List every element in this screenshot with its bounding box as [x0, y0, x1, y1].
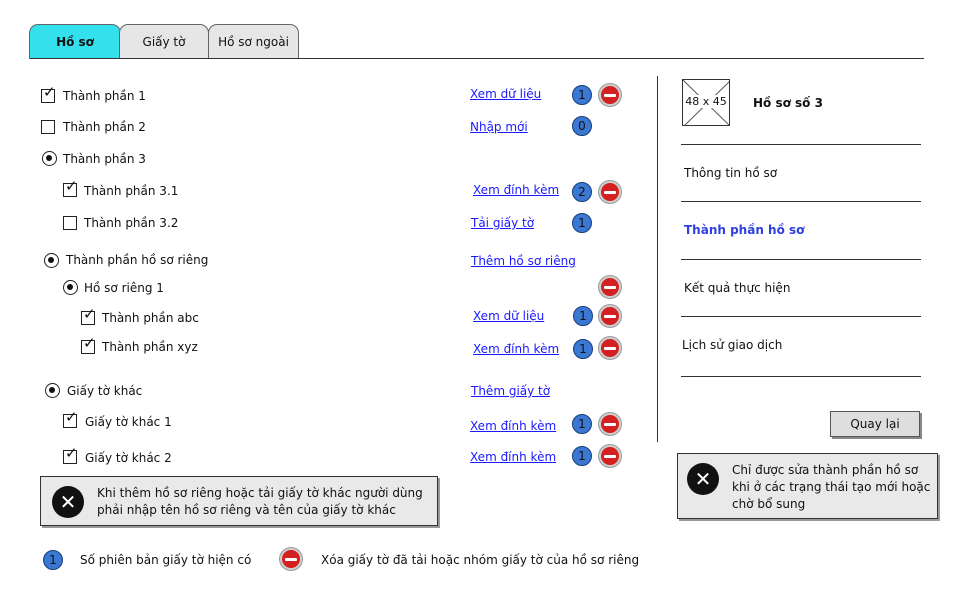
add-document-link[interactable]: Thêm giấy tờ	[471, 384, 550, 398]
view-attachment-link[interactable]: Xem đính kèm	[473, 342, 559, 356]
version-count-badge: 1	[572, 213, 592, 233]
check-icon: ✓	[65, 408, 78, 426]
check-icon: ✓	[43, 83, 56, 101]
remove-icon[interactable]	[599, 413, 621, 435]
version-count-badge: 0	[572, 116, 592, 136]
tab-label: Giấy tờ	[142, 35, 186, 49]
divider	[681, 201, 921, 202]
divider	[681, 376, 921, 377]
badge-value: 1	[578, 88, 586, 102]
item-label: Thành phần hồ sơ riêng	[66, 253, 209, 267]
badge-value: 1	[578, 417, 586, 431]
radio-thanh-phan-3[interactable]	[42, 151, 57, 166]
add-private-file-link[interactable]: Thêm hồ sơ riêng	[471, 254, 576, 268]
checkbox-thanh-phan-xyz[interactable]: ✓	[81, 336, 96, 354]
version-count-badge: 1	[573, 306, 593, 326]
remove-icon[interactable]	[599, 181, 621, 203]
edit-permission-note: ✕ Chỉ được sửa thành phần hồ sơ khi ở cá…	[677, 453, 938, 519]
remove-icon[interactable]	[599, 276, 621, 298]
placeholder-size: 48 x 45	[683, 95, 729, 108]
checkbox-thanh-phan-3-1[interactable]: ✓	[63, 179, 78, 197]
version-count-badge: 1	[573, 339, 593, 359]
view-attachment-link[interactable]: Xem đính kèm	[473, 183, 559, 197]
record-title: Hồ sơ số 3	[753, 96, 823, 110]
item-label: Thành phần 3.1	[84, 184, 179, 198]
badge-value: 1	[578, 449, 586, 463]
view-data-link[interactable]: Xem dữ liệu	[470, 87, 541, 101]
checkbox-thanh-phan-2[interactable]	[41, 120, 55, 134]
badge-value: 1	[578, 216, 586, 230]
item-label: Thành phần abc	[102, 311, 199, 325]
version-count-badge: 2	[572, 182, 592, 202]
image-placeholder-icon: 48 x 45	[682, 79, 730, 126]
remove-icon[interactable]	[599, 84, 621, 106]
item-label: Thành phần xyz	[102, 340, 198, 354]
note-text: Khi thêm hồ sơ riêng hoặc tải giấy tờ kh…	[97, 486, 423, 517]
item-label: Thành phần 3	[63, 152, 146, 166]
item-label: Thành phần 2	[63, 120, 146, 134]
checkbox-giay-to-khac-1[interactable]: ✓	[63, 410, 78, 428]
divider	[681, 144, 921, 145]
tab-label: Hồ sơ	[56, 35, 94, 49]
version-count-badge: 1	[572, 414, 592, 434]
remove-icon[interactable]	[599, 337, 621, 359]
legend-badge-text: Số phiên bản giấy tờ hiện có	[80, 553, 252, 567]
version-count-badge: 1	[572, 446, 592, 466]
checkbox-thanh-phan-abc[interactable]: ✓	[81, 307, 96, 325]
menu-thanh-phan-ho-so[interactable]: Thành phần hồ sơ	[684, 223, 804, 237]
menu-lich-su-giao-dich[interactable]: Lịch sử giao dịch	[682, 338, 782, 352]
check-icon: ✓	[83, 305, 96, 323]
check-icon: ✓	[65, 444, 78, 462]
badge-value: 1	[579, 342, 587, 356]
legend-remove-text: Xóa giấy tờ đã tải hoặc nhóm giấy tờ của…	[321, 553, 640, 567]
checkbox-giay-to-khac-2[interactable]: ✓	[63, 446, 78, 464]
tab-ho-so[interactable]: Hồ sơ	[29, 24, 121, 59]
menu-thong-tin-ho-so[interactable]: Thông tin hồ sơ	[684, 166, 777, 180]
x-circle-icon: ✕	[52, 486, 84, 518]
badge-value: 1	[49, 553, 57, 567]
note-text: Chỉ được sửa thành phần hồ sơ khi ở các …	[732, 463, 931, 511]
tab-ho-so-ngoai[interactable]: Hồ sơ ngoài	[208, 24, 299, 59]
x-circle-icon: ✕	[687, 463, 719, 495]
tab-underline	[30, 58, 924, 59]
item-label: Giấy tờ khác 1	[85, 415, 172, 429]
remove-icon[interactable]	[599, 305, 621, 327]
view-attachment-link[interactable]: Xem đính kèm	[470, 419, 556, 433]
item-label: Thành phần 1	[63, 89, 146, 103]
back-button[interactable]: Quay lại	[830, 411, 920, 437]
new-entry-link[interactable]: Nhập mới	[470, 120, 528, 134]
remove-icon[interactable]	[599, 445, 621, 467]
validation-note: ✕ Khi thêm hồ sơ riêng hoặc tải giấy tờ …	[40, 476, 438, 526]
panel-divider	[657, 76, 658, 442]
check-icon: ✓	[65, 177, 78, 195]
radio-thanh-phan-ho-so-rieng[interactable]	[44, 253, 59, 268]
item-label: Thành phần 3.2	[84, 216, 179, 230]
divider	[681, 259, 921, 260]
checkbox-thanh-phan-1[interactable]: ✓	[41, 85, 56, 103]
view-attachment-link[interactable]: Xem đính kèm	[470, 450, 556, 464]
tab-label: Hồ sơ ngoài	[218, 35, 289, 49]
badge-value: 2	[578, 185, 586, 199]
radio-ho-so-rieng-1[interactable]	[63, 280, 78, 295]
version-count-badge: 1	[572, 85, 592, 105]
tab-giay-to[interactable]: Giấy tờ	[119, 24, 209, 59]
item-label: Giấy tờ khác	[67, 384, 143, 398]
menu-ket-qua-thuc-hien[interactable]: Kết quả thực hiện	[684, 281, 790, 295]
legend-remove-icon	[280, 548, 302, 570]
view-data-link[interactable]: Xem dữ liệu	[473, 309, 544, 323]
checkbox-thanh-phan-3-2[interactable]	[63, 216, 77, 230]
badge-value: 1	[579, 309, 587, 323]
check-icon: ✓	[83, 334, 96, 352]
badge-value: 0	[578, 119, 586, 133]
item-label: Hồ sơ riêng 1	[84, 281, 164, 295]
upload-document-link[interactable]: Tải giấy tờ	[471, 216, 534, 230]
radio-giay-to-khac[interactable]	[45, 383, 60, 398]
legend-badge-icon: 1	[43, 550, 63, 570]
divider	[681, 316, 921, 317]
item-label: Giấy tờ khác 2	[85, 451, 172, 465]
